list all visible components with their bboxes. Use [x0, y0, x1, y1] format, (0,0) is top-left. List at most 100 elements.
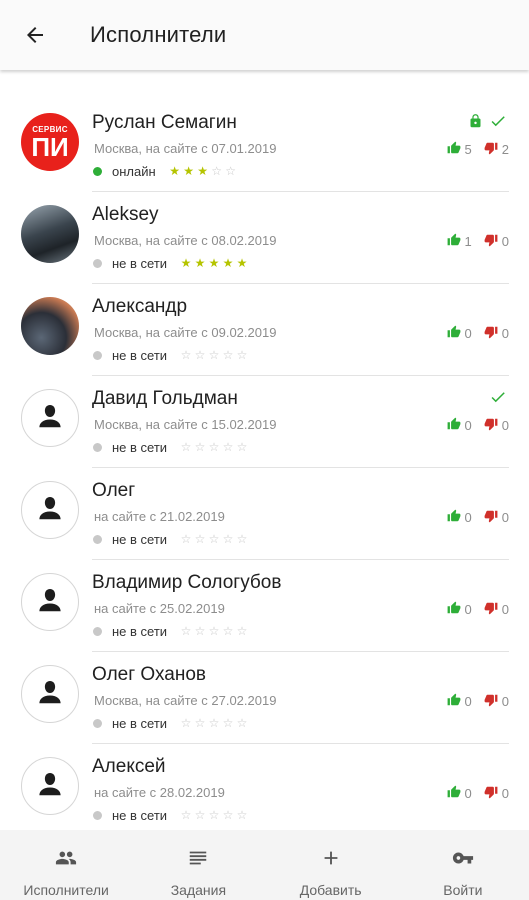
online-status: не в сети	[112, 623, 168, 639]
status-line: не в сети ☆ ☆ ☆ ☆ ☆	[93, 347, 249, 363]
performer-meta: Москва, на сайте с 07.01.2019	[94, 141, 277, 156]
rating-stars: ☆ ☆ ☆ ☆ ☆	[179, 348, 249, 362]
nav-login[interactable]: Войти	[397, 830, 529, 900]
likes-count: 0	[464, 694, 472, 709]
page-title: Исполнители	[90, 22, 227, 47]
status-line: не в сети ☆ ☆ ☆ ☆ ☆	[93, 531, 249, 547]
logo-mark: ПИ	[31, 131, 69, 162]
star-empty-icon: ☆	[222, 716, 234, 730]
thumb-up-icon	[447, 325, 461, 342]
star-empty-icon: ☆	[236, 532, 248, 546]
dislikes-count: 0	[501, 786, 509, 801]
star-empty-icon: ☆	[208, 808, 220, 822]
star-empty-icon: ☆	[225, 164, 237, 178]
performer-row[interactable]: Aleksey Москва, на сайте с 08.02.2019 не в…	[0, 192, 529, 284]
performer-row[interactable]: Давид Гольдман Москва, на сайте с 15.02.2…	[0, 376, 529, 468]
online-indicator	[93, 350, 102, 360]
nav-label: Исполнители	[23, 882, 109, 898]
star-empty-icon: ☆	[208, 440, 220, 454]
nav-label: Войти	[443, 882, 483, 898]
online-indicator	[93, 810, 102, 820]
performer-name: Алексей	[92, 756, 166, 777]
dislikes-count: 2	[501, 142, 509, 157]
thumb-down-icon	[484, 509, 498, 526]
rating-stars: ★ ★ ★ ★ ★	[179, 256, 249, 270]
votes: 00	[447, 693, 509, 710]
star-filled-icon: ★	[208, 256, 220, 270]
dislikes-count: 0	[501, 234, 509, 249]
lock-icon	[462, 113, 483, 134]
performer-meta: Москва, на сайте с 09.02.2019	[94, 325, 277, 340]
rating-stars: ★ ★ ★ ☆ ☆	[168, 164, 238, 178]
plus-icon	[319, 847, 343, 874]
online-status: не в сети	[112, 439, 168, 455]
performer-name: Александр	[92, 296, 188, 317]
nav-tasks[interactable]: Задания	[132, 830, 264, 900]
thumb-up-icon	[447, 601, 461, 618]
online-indicator	[93, 166, 102, 176]
star-filled-icon: ★	[236, 256, 248, 270]
star-empty-icon: ☆	[208, 716, 220, 730]
dislikes-count: 0	[501, 694, 509, 709]
star-empty-icon: ☆	[236, 716, 248, 730]
thumb-down-icon	[484, 693, 498, 710]
rating-stars: ☆ ☆ ☆ ☆ ☆	[179, 716, 249, 730]
performer-row[interactable]: Алексей на сайте с 28.02.2019 не в сети ☆ ☆ ☆…	[0, 744, 529, 830]
star-empty-icon: ☆	[236, 348, 248, 362]
avatar	[21, 389, 79, 447]
star-empty-icon: ☆	[194, 624, 206, 638]
star-empty-icon: ☆	[222, 624, 234, 638]
thumb-down-icon	[484, 325, 498, 342]
key-icon	[450, 847, 476, 874]
online-status: не в сети	[112, 715, 168, 731]
avatar	[21, 481, 79, 539]
performer-meta: Москва, на сайте с 27.02.2019	[94, 693, 277, 708]
votes: 00	[447, 417, 509, 434]
performer-row[interactable]: Олег на сайте с 21.02.2019 не в сети ☆ ☆ ☆ ☆ ☆ 0…	[0, 468, 529, 560]
people-icon	[53, 847, 79, 874]
performer-row[interactable]: Владимир Сологубов на сайте с 25.02.2019 н…	[0, 560, 529, 652]
performer-row[interactable]: СЕРВИС ПИ Руслан Семагин Москва, на сайте с…	[0, 100, 529, 192]
online-status: онлайн	[112, 163, 156, 179]
nav-label: Добавить	[299, 882, 362, 898]
badges	[462, 112, 507, 135]
star-empty-icon: ☆	[236, 440, 248, 454]
votes: 10	[447, 233, 509, 250]
status-line: онлайн ★ ★ ★ ☆ ☆	[93, 163, 238, 179]
online-status: не в сети	[112, 807, 168, 823]
likes-count: 1	[464, 234, 472, 249]
thumb-down-icon	[484, 417, 498, 434]
thumb-up-icon	[447, 509, 461, 526]
star-empty-icon: ☆	[208, 348, 220, 362]
status-line: не в сети ★ ★ ★ ★ ★	[93, 255, 249, 271]
performer-name: Олег	[92, 480, 136, 501]
person-icon	[35, 493, 65, 528]
performer-row[interactable]: Олег Оханов Москва, на сайте с 27.02.2019…	[0, 652, 529, 744]
star-empty-icon: ☆	[194, 532, 206, 546]
nav-add[interactable]: Добавить	[265, 830, 397, 900]
votes: 52	[447, 141, 509, 158]
avatar: СЕРВИС ПИ	[21, 113, 79, 171]
back-button[interactable]	[0, 0, 70, 70]
star-empty-icon: ☆	[180, 440, 192, 454]
dislikes-count: 0	[501, 326, 509, 341]
star-empty-icon: ☆	[180, 348, 192, 362]
star-empty-icon: ☆	[236, 808, 248, 822]
thumb-up-icon	[447, 233, 461, 250]
thumb-up-icon	[447, 693, 461, 710]
likes-count: 5	[464, 142, 472, 157]
performer-row[interactable]: Александр Москва, на сайте с 09.02.2019 не…	[0, 284, 529, 376]
performer-name: Владимир Сологубов	[92, 572, 282, 593]
thumb-down-icon	[484, 233, 498, 250]
check-icon	[483, 112, 507, 135]
badges	[483, 388, 507, 411]
performer-meta: Москва, на сайте с 15.02.2019	[94, 417, 277, 432]
likes-count: 0	[464, 602, 472, 617]
online-indicator	[93, 258, 102, 268]
nav-performers[interactable]: Исполнители	[0, 830, 132, 900]
likes-count: 0	[464, 326, 472, 341]
performer-meta: на сайте с 21.02.2019	[94, 509, 225, 524]
online-status: не в сети	[112, 255, 168, 271]
online-indicator	[93, 718, 102, 728]
star-empty-icon: ☆	[180, 532, 192, 546]
